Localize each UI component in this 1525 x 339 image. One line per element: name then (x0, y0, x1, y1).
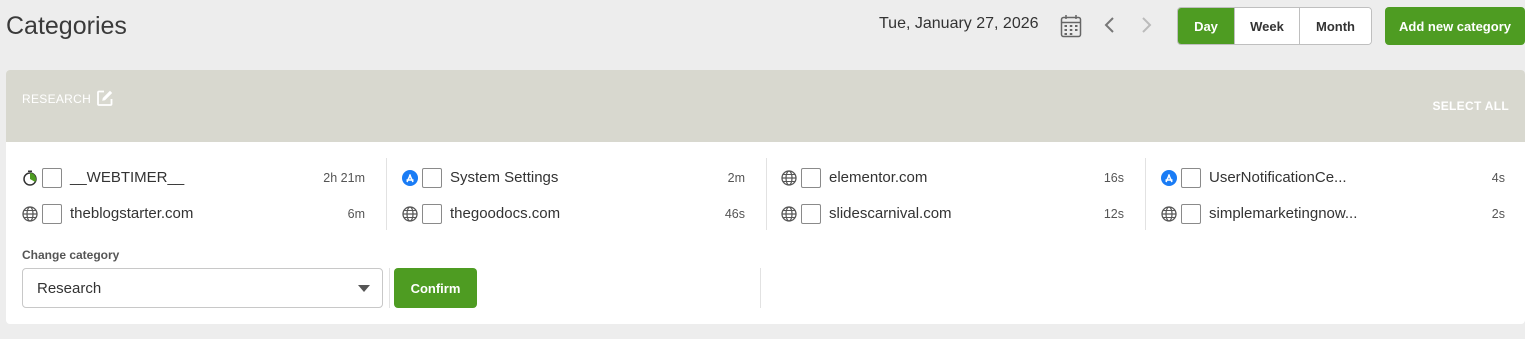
list-item: UserNotificationCe... 4s (1161, 168, 1505, 190)
list-item: simplemarketingnow... 2s (1161, 204, 1505, 226)
timer-icon (23, 170, 37, 186)
category-name: RESEARCH (22, 92, 92, 106)
list-item: slidescarnival.com 12s (781, 204, 1124, 226)
app-name: slidescarnival.com (829, 205, 952, 222)
list-item: __WEBTIMER__ 2h 21m (22, 168, 365, 190)
edit-icon[interactable] (96, 89, 114, 107)
app-time: 46s (724, 207, 745, 221)
app-column: __WEBTIMER__ 2h 21m theblogstarter.com 6… (22, 158, 365, 230)
app-name: __WEBTIMER__ (70, 169, 185, 186)
app-time: 2m (727, 171, 745, 185)
page-title: Categories (6, 12, 127, 40)
app-name: thegoodocs.com (450, 205, 561, 222)
globe-icon (22, 206, 38, 222)
app-checkbox[interactable] (42, 168, 62, 188)
column-divider (389, 268, 390, 308)
list-item: thegoodocs.com 46s (402, 204, 745, 226)
app-time: 2s (1491, 207, 1505, 221)
chevron-left-icon[interactable] (1103, 15, 1117, 35)
app-time: 12s (1103, 207, 1124, 221)
app-time: 16s (1103, 171, 1124, 185)
tab-month[interactable]: Month (1300, 8, 1371, 44)
app-name: System Settings (450, 169, 559, 186)
list-item: elementor.com 16s (781, 168, 1124, 190)
category-select[interactable]: Research (22, 268, 383, 308)
app-store-icon (1161, 170, 1177, 186)
category-header: RESEARCH SELECT ALL (6, 70, 1525, 142)
app-name: simplemarketingnow... (1209, 205, 1358, 222)
globe-icon (781, 206, 797, 222)
app-store-icon (402, 170, 418, 186)
change-category-label: Change category (22, 248, 120, 262)
view-toggle: Day Week Month (1177, 7, 1372, 45)
select-all-button[interactable]: SELECT ALL (1432, 99, 1509, 113)
category-card: RESEARCH SELECT ALL __WEBTIMER__ 2h 21m (6, 70, 1525, 324)
column-divider (766, 158, 767, 230)
app-checkbox[interactable] (422, 204, 442, 224)
app-name: UserNotificationCe... (1209, 169, 1347, 186)
app-time: 4s (1491, 171, 1505, 185)
date-label: Tue, January 27, 2026 (879, 15, 1039, 32)
app-time: 2h 21m (323, 171, 365, 185)
add-category-button[interactable]: Add new category (1385, 7, 1525, 45)
app-name: elementor.com (829, 169, 928, 186)
app-checkbox[interactable] (801, 168, 821, 188)
apps-grid: __WEBTIMER__ 2h 21m theblogstarter.com 6… (6, 142, 1525, 232)
caret-down-icon (358, 285, 370, 292)
confirm-button[interactable]: Confirm (394, 268, 477, 308)
app-checkbox[interactable] (1181, 168, 1201, 188)
app-name: theblogstarter.com (70, 205, 194, 222)
calendar-icon[interactable] (1060, 14, 1082, 38)
list-item: System Settings 2m (402, 168, 745, 190)
app-checkbox[interactable] (801, 204, 821, 224)
column-divider (386, 158, 387, 230)
app-checkbox[interactable] (42, 204, 62, 224)
tab-week[interactable]: Week (1235, 8, 1300, 44)
category-select-value: Research (37, 280, 102, 297)
chevron-right-icon[interactable] (1139, 15, 1153, 35)
column-divider (760, 268, 761, 308)
globe-icon (781, 170, 797, 186)
column-divider (1145, 158, 1146, 230)
list-item: theblogstarter.com 6m (22, 204, 365, 226)
app-checkbox[interactable] (422, 168, 442, 188)
app-column: elementor.com 16s slidescarnival.com 12s (781, 158, 1124, 230)
globe-icon (1161, 206, 1177, 222)
app-column: System Settings 2m thegoodocs.com 46s (402, 158, 745, 230)
app-checkbox[interactable] (1181, 204, 1201, 224)
app-column: UserNotificationCe... 4s simplemarketing… (1161, 158, 1505, 230)
app-time: 6m (347, 207, 365, 221)
tab-day[interactable]: Day (1178, 8, 1235, 44)
globe-icon (402, 206, 418, 222)
